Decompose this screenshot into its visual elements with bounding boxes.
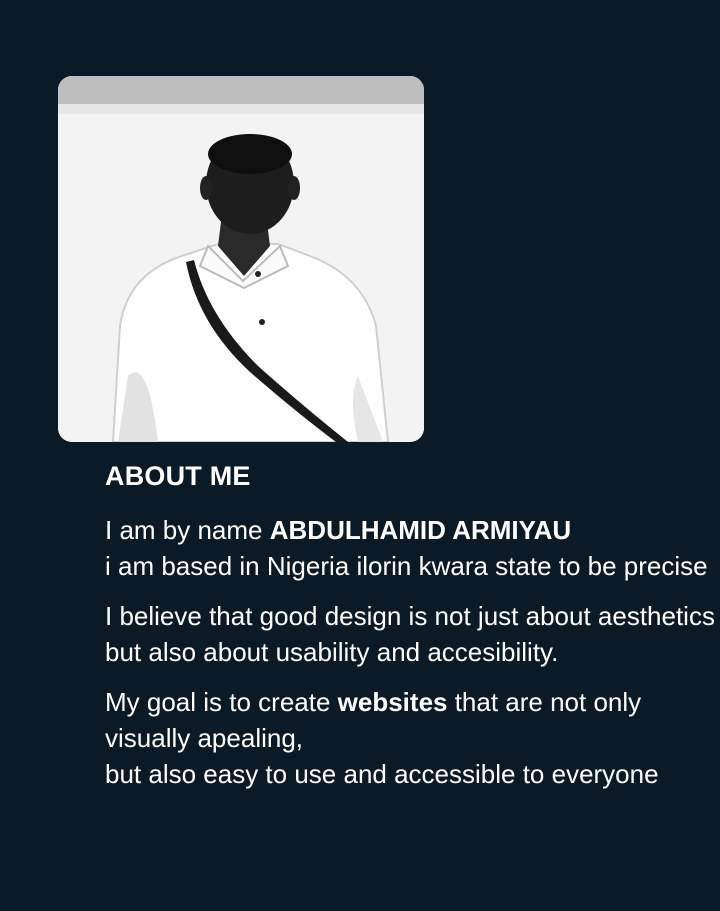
profile-photo — [58, 76, 424, 442]
goal-paragraph: My goal is to create websites that are n… — [105, 684, 715, 792]
goal-rest-line2: but also easy to use and accessible to e… — [105, 759, 659, 789]
location-text: i am based in Nigeria ilorin kwara state… — [105, 551, 708, 581]
goal-prefix: My goal is to create — [105, 687, 338, 717]
about-heading: ABOUT ME — [105, 461, 251, 491]
intro-prefix: I am by name — [105, 515, 270, 545]
goal-bold-word: websites — [337, 687, 448, 717]
author-name: ABDULHAMID ARMIYAU — [269, 515, 572, 545]
belief-paragraph: I believe that good design is not just a… — [105, 601, 715, 667]
about-section: ABOUT ME I am by name ABDULHAMID ARMIYAU… — [105, 458, 715, 806]
portrait-image — [58, 76, 424, 442]
intro-paragraph: I am by name ABDULHAMID ARMIYAU i am bas… — [105, 512, 715, 584]
